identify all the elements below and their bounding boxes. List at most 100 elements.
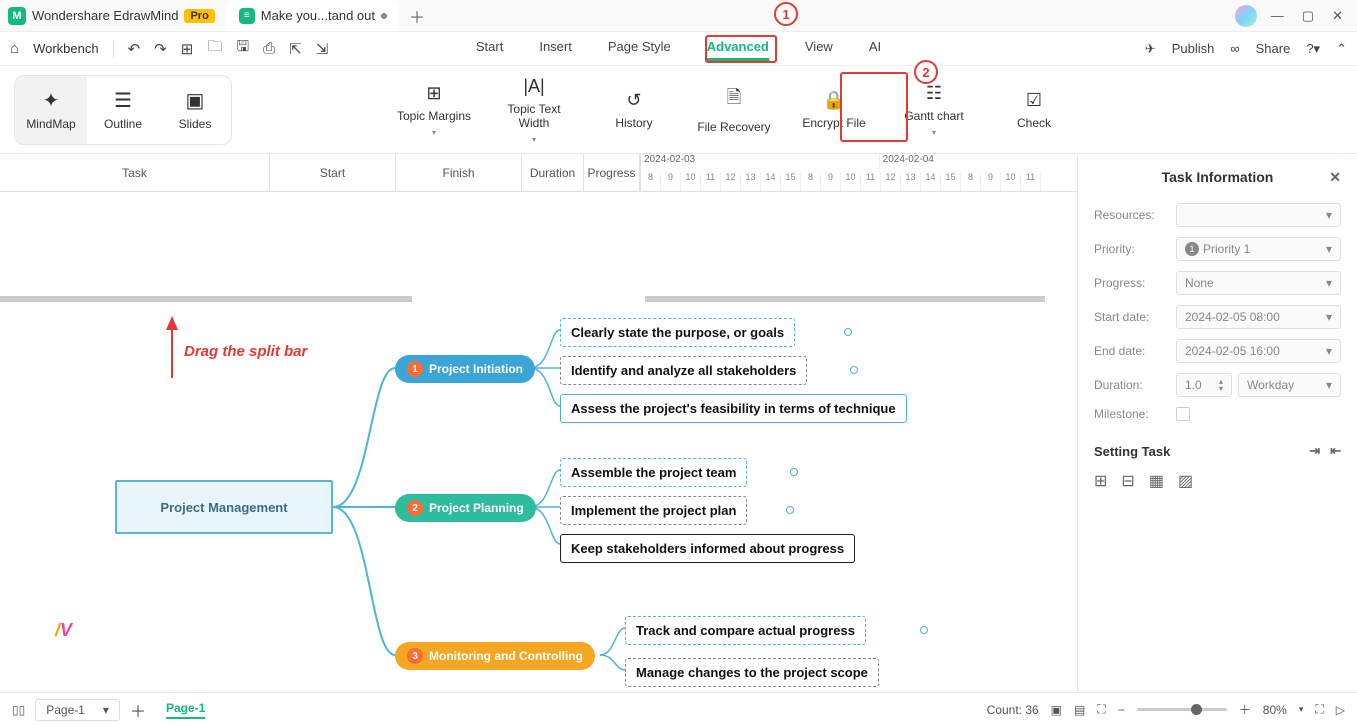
tab-advanced[interactable]: Advanced xyxy=(707,37,769,61)
leaf-topic[interactable]: Assemble the project team xyxy=(560,458,747,487)
grid-icon[interactable]: ▦ xyxy=(1149,471,1164,491)
topic-margins-button[interactable]: ⊞ Topic Margins ▾ xyxy=(393,83,475,137)
active-page-tab[interactable]: Page-1 xyxy=(166,701,205,719)
connector-dot-icon[interactable] xyxy=(844,328,852,336)
hour-cell: 13 xyxy=(901,172,921,191)
share-icon: ∞ xyxy=(1230,41,1239,56)
leaf-topic[interactable]: Keep stakeholders informed about progres… xyxy=(560,534,855,563)
publish-icon: ✈ xyxy=(1145,41,1156,57)
hour-cell: 8 xyxy=(641,172,661,191)
panel-close-button[interactable]: ✕ xyxy=(1329,169,1341,186)
tab-page-style[interactable]: Page Style xyxy=(608,37,671,61)
col-duration[interactable]: Duration xyxy=(522,154,584,191)
new-tab-button[interactable]: ＋ xyxy=(409,4,425,28)
page-selector[interactable]: Page-1▾ xyxy=(35,699,120,721)
topic-text-width-button[interactable]: |A| Topic Text Width ▾ xyxy=(493,76,575,144)
hour-cell: 15 xyxy=(781,172,801,191)
user-avatar[interactable] xyxy=(1235,5,1257,27)
mindmap-view-button[interactable]: ✦ MindMap xyxy=(15,76,87,144)
add-page-button[interactable]: ＋ xyxy=(130,698,146,722)
help-icon[interactable]: ?▾ xyxy=(1306,41,1320,57)
zoom-value[interactable]: 80% xyxy=(1263,703,1287,717)
gantt-chart-button[interactable]: ☷ Gantt chart ▾ xyxy=(893,83,975,137)
col-start[interactable]: Start xyxy=(270,154,396,191)
leaf-topic[interactable]: Manage changes to the project scope xyxy=(625,658,879,687)
mindmap-canvas[interactable]: Project Management 1Project Initiation C… xyxy=(0,310,1075,680)
new-file-icon[interactable]: ⊞ xyxy=(181,40,194,58)
count-label: Count: 36 xyxy=(987,703,1039,717)
zoom-slider[interactable] xyxy=(1137,708,1227,711)
fullscreen-icon[interactable]: ⛶ xyxy=(1315,702,1323,717)
branch-monitoring[interactable]: 3Monitoring and Controlling xyxy=(395,642,595,670)
zoom-out-icon[interactable]: − xyxy=(1118,703,1125,717)
app-tab[interactable]: M Wondershare EdrawMind Pro xyxy=(0,0,223,31)
share-button[interactable]: Share xyxy=(1256,41,1291,56)
undo-icon[interactable]: ↶ xyxy=(128,40,141,58)
outdent-icon[interactable]: ⇤ xyxy=(1330,443,1341,459)
start-date-input[interactable]: 2024-02-05 08:00▾ xyxy=(1176,305,1341,329)
text-width-icon: |A| xyxy=(523,76,544,97)
close-icon[interactable]: ✕ xyxy=(1332,8,1343,24)
hour-cell: 8 xyxy=(801,172,821,191)
workbench-label[interactable]: Workbench xyxy=(33,41,99,56)
document-tab[interactable]: ≡ Make you...tand out xyxy=(227,0,399,31)
leaf-topic[interactable]: Implement the project plan xyxy=(560,496,747,525)
encrypt-file-button[interactable]: 🔒 Encrypt File xyxy=(793,90,875,130)
file-recovery-button[interactable]: 🗎 File Recovery xyxy=(693,85,775,134)
slides-view-button[interactable]: ▣ Slides xyxy=(159,76,231,144)
check-button[interactable]: ☑ Check xyxy=(993,90,1075,130)
indent-icon[interactable]: ⇥ xyxy=(1309,443,1320,459)
connector-dot-icon[interactable] xyxy=(920,626,928,634)
tab-ai[interactable]: AI xyxy=(869,37,881,61)
tab-start[interactable]: Start xyxy=(476,37,503,61)
presentation-icon[interactable]: ▷ xyxy=(1336,703,1345,717)
minimize-icon[interactable]: — xyxy=(1271,8,1284,24)
duration-value-input[interactable]: 1.0▴▾ xyxy=(1176,373,1232,397)
col-progress[interactable]: Progress xyxy=(584,154,640,191)
mindmap-icon: ✦ xyxy=(43,88,60,113)
expand-icon[interactable]: ⊞ xyxy=(1094,471,1107,491)
layout-icon[interactable]: ▤ xyxy=(1074,703,1085,717)
collapse-icon[interactable]: ⊟ xyxy=(1121,471,1134,491)
milestone-checkbox[interactable] xyxy=(1176,407,1190,421)
connector-dot-icon[interactable] xyxy=(786,506,794,514)
duration-unit-select[interactable]: Workday▾ xyxy=(1238,373,1341,397)
history-button[interactable]: ↺ History xyxy=(593,90,675,130)
task-info-panel: Task Information ✕ Resources: ▾ Priority… xyxy=(1077,155,1357,692)
print-icon[interactable]: ⎙ xyxy=(263,40,275,57)
publish-button[interactable]: Publish xyxy=(1172,41,1215,56)
branch-project-initiation[interactable]: 1Project Initiation xyxy=(395,355,535,383)
import-icon[interactable]: ⇲ xyxy=(316,40,329,58)
col-task[interactable]: Task xyxy=(0,154,270,191)
progress-select[interactable]: None▾ xyxy=(1176,271,1341,295)
resources-input[interactable]: ▾ xyxy=(1176,203,1341,227)
collapse-ribbon-icon[interactable]: ⌃ xyxy=(1336,41,1347,57)
redo-icon[interactable]: ↷ xyxy=(154,40,167,58)
leaf-topic[interactable]: Track and compare actual progress xyxy=(625,616,866,645)
outline-view-button[interactable]: ☰ Outline xyxy=(87,76,159,144)
pages-icon[interactable]: ▯▯ xyxy=(12,703,25,717)
maximize-icon[interactable]: ▢ xyxy=(1302,8,1314,24)
open-icon[interactable]: 🗀 xyxy=(207,36,222,61)
leaf-topic[interactable]: Assess the project's feasibility in term… xyxy=(560,394,907,423)
root-topic[interactable]: Project Management xyxy=(115,480,333,534)
home-icon[interactable]: ⌂ xyxy=(10,40,19,57)
export-icon[interactable]: ⇱ xyxy=(289,40,302,58)
connector-dot-icon[interactable] xyxy=(850,366,858,374)
priority-select[interactable]: 1Priority 1▾ xyxy=(1176,237,1341,261)
leaf-topic[interactable]: Identify and analyze all stakeholders xyxy=(560,356,807,385)
hour-cell: 13 xyxy=(741,172,761,191)
fit-page-icon[interactable]: ⛶ xyxy=(1097,702,1105,717)
connector-dot-icon[interactable] xyxy=(790,468,798,476)
zoom-in-icon[interactable]: ＋ xyxy=(1239,701,1251,718)
fit-icon[interactable]: ▣ xyxy=(1051,703,1062,717)
grid2-icon[interactable]: ▨ xyxy=(1178,471,1193,491)
tab-insert[interactable]: Insert xyxy=(539,37,572,61)
branch-project-planning[interactable]: 2Project Planning xyxy=(395,494,536,522)
end-date-input[interactable]: 2024-02-05 16:00▾ xyxy=(1176,339,1341,363)
hour-cell: 12 xyxy=(721,172,741,191)
tab-view[interactable]: View xyxy=(805,37,833,61)
save-icon[interactable]: 🖫 xyxy=(236,36,249,61)
leaf-topic[interactable]: Clearly state the purpose, or goals xyxy=(560,318,795,347)
col-finish[interactable]: Finish xyxy=(396,154,522,191)
